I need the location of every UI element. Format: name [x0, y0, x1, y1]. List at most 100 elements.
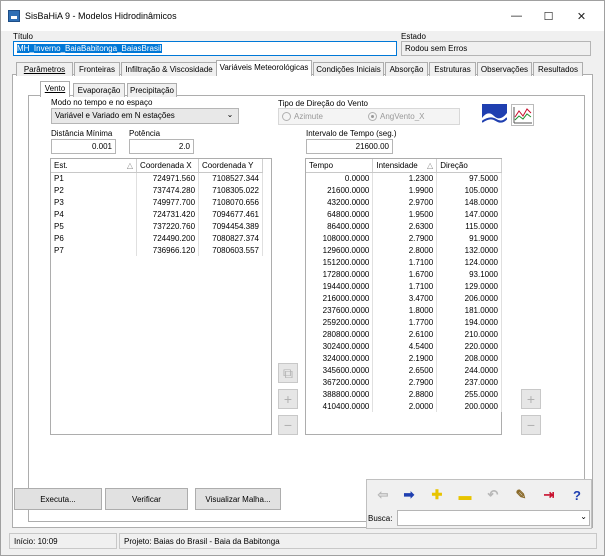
table-row[interactable]: 388800.0000 2.8800 255.0000	[306, 388, 502, 400]
stations-header-y[interactable]: Coordenada Y	[198, 159, 263, 173]
table-cell[interactable]: 724971.560	[136, 172, 200, 184]
plus-icon[interactable]: ✚	[425, 485, 449, 505]
table-cell[interactable]: 2.8800	[372, 388, 438, 400]
table-cell[interactable]: 736966.120	[136, 244, 200, 256]
table-cell[interactable]: 2.6100	[372, 328, 438, 340]
table-row[interactable]: 302400.0000 4.5400 220.0000	[306, 340, 502, 352]
minus-icon[interactable]: ▬	[453, 485, 477, 505]
wind-chart-icon[interactable]	[511, 104, 534, 126]
exit-door-icon[interactable]: ⇥	[537, 485, 561, 505]
table-row[interactable]: 216000.0000 3.4700 206.0000	[306, 292, 502, 304]
add-station-icon[interactable]: +	[278, 389, 298, 409]
series-header-tempo[interactable]: Tempo	[306, 159, 374, 173]
table-row[interactable]: 324000.0000 2.1900 208.0000	[306, 352, 502, 364]
tab-observacoes[interactable]: Observações	[477, 62, 532, 76]
table-cell[interactable]: 244.0000	[436, 364, 502, 376]
series-header-direcao[interactable]: Direção	[436, 159, 502, 173]
table-row[interactable]: 259200.0000 1.7700 194.0000	[306, 316, 502, 328]
edit-pencil-icon[interactable]: ✎	[509, 485, 533, 505]
table-row[interactable]: P6 724490.200 7080827.374	[51, 232, 263, 244]
table-cell[interactable]: 1.7100	[372, 280, 438, 292]
arrow-right-icon[interactable]: ➡	[397, 485, 421, 505]
tab-condicoes-iniciais[interactable]: Condições Iniciais	[313, 62, 384, 76]
table-row[interactable]: 0.0000 1.2300 97.5000	[306, 172, 502, 184]
table-cell[interactable]: 64800.0000	[306, 208, 374, 220]
table-cell[interactable]: 194400.0000	[306, 280, 374, 292]
tab-estruturas[interactable]: Estruturas	[429, 62, 476, 76]
table-row[interactable]: 367200.0000 2.7900 237.0000	[306, 376, 502, 388]
table-cell[interactable]: 2.6300	[372, 220, 438, 232]
help-icon[interactable]: ?	[565, 485, 589, 505]
table-cell[interactable]: 129600.0000	[306, 244, 374, 256]
series-grid[interactable]: Tempo Intensidade △ Direção 0.0000 1.2300 9…	[305, 158, 502, 435]
table-cell[interactable]: 7094677.461	[198, 208, 263, 220]
table-row[interactable]: P1 724971.560 7108527.344	[51, 172, 263, 184]
table-row[interactable]: 410400.0000 2.0000 200.0000	[306, 400, 502, 412]
table-cell[interactable]: 410400.0000	[306, 400, 374, 412]
table-row[interactable]: 64800.0000 1.9500 147.0000	[306, 208, 502, 220]
titulo-input[interactable]: MH_Inverno_BaiaBabitonga_BaiasBrasil	[13, 41, 397, 56]
table-cell[interactable]: 3.4700	[372, 292, 438, 304]
table-row[interactable]: P2 737474.280 7108305.022	[51, 184, 263, 196]
undo-icon[interactable]: ↶	[481, 485, 505, 505]
modo-select[interactable]: Variável e Variado em N estações ⌄	[51, 108, 239, 124]
table-cell[interactable]: 2.0000	[372, 400, 438, 412]
radio-azimute[interactable]	[282, 112, 291, 121]
table-cell[interactable]: 93.1000	[436, 268, 502, 280]
busca-input[interactable]: ⌄	[397, 510, 590, 526]
table-cell[interactable]: 724731.420	[136, 208, 200, 220]
minimize-button[interactable]: —	[499, 1, 534, 31]
copy-icon[interactable]: ⧉	[278, 363, 298, 383]
remove-row-icon[interactable]: −	[521, 415, 541, 435]
table-cell[interactable]: 43200.0000	[306, 196, 374, 208]
table-row[interactable]: 172800.0000 1.6700 93.1000	[306, 268, 502, 280]
verificar-button[interactable]: Verificar	[105, 488, 188, 510]
table-row[interactable]: P3 749977.700 7108070.656	[51, 196, 263, 208]
table-cell[interactable]: 194.0000	[436, 316, 502, 328]
table-cell[interactable]: 220.0000	[436, 340, 502, 352]
table-cell[interactable]: 2.7900	[372, 376, 438, 388]
table-cell[interactable]: 1.6700	[372, 268, 438, 280]
table-row[interactable]: 108000.0000 2.7900 91.9000	[306, 232, 502, 244]
table-cell[interactable]: 280800.0000	[306, 328, 374, 340]
table-cell[interactable]: 2.8000	[372, 244, 438, 256]
table-cell[interactable]: 200.0000	[436, 400, 502, 412]
table-cell[interactable]: 210.0000	[436, 328, 502, 340]
table-cell[interactable]: 7080603.557	[198, 244, 263, 256]
table-row[interactable]: 345600.0000 2.6500 244.0000	[306, 364, 502, 376]
tab-parametros[interactable]: Parâmetros	[16, 62, 73, 76]
maximize-button[interactable]: ☐	[531, 1, 566, 31]
table-row[interactable]: 86400.0000 2.6300 115.0000	[306, 220, 502, 232]
table-cell[interactable]: 7108070.656	[198, 196, 263, 208]
table-cell[interactable]: 737474.280	[136, 184, 200, 196]
table-cell[interactable]: 1.2300	[372, 172, 438, 184]
table-cell[interactable]: 737220.760	[136, 220, 200, 232]
intervalo-input[interactable]: 21600.00	[306, 139, 393, 154]
close-button[interactable]: ✕	[564, 1, 599, 31]
table-cell[interactable]: 148.0000	[436, 196, 502, 208]
subtab-precipitacao[interactable]: Precipitação	[127, 83, 177, 97]
radio-angvento[interactable]	[368, 112, 377, 121]
tab-fronteiras[interactable]: Fronteiras	[74, 62, 120, 76]
table-cell[interactable]: 259200.0000	[306, 316, 374, 328]
table-cell[interactable]: 7108305.022	[198, 184, 263, 196]
table-cell[interactable]: P5	[51, 220, 138, 232]
table-cell[interactable]: 91.9000	[436, 232, 502, 244]
table-row[interactable]: 21600.0000 1.9900 105.0000	[306, 184, 502, 196]
table-row[interactable]: P5 737220.760 7094454.389	[51, 220, 263, 232]
table-cell[interactable]: 237600.0000	[306, 304, 374, 316]
table-cell[interactable]: 206.0000	[436, 292, 502, 304]
remove-station-icon[interactable]: −	[278, 415, 298, 435]
table-cell[interactable]: 129.0000	[436, 280, 502, 292]
series-header-intensidade[interactable]: Intensidade △	[372, 159, 438, 173]
table-cell[interactable]: 181.0000	[436, 304, 502, 316]
add-row-icon[interactable]: +	[521, 389, 541, 409]
stations-header-x[interactable]: Coordenada X	[136, 159, 200, 173]
table-cell[interactable]: 367200.0000	[306, 376, 374, 388]
tab-absorcao[interactable]: Absorção	[385, 62, 428, 76]
potencia-input[interactable]: 2.0	[129, 139, 194, 154]
wind-map-icon[interactable]	[482, 104, 507, 126]
table-row[interactable]: 151200.0000 1.7100 124.0000	[306, 256, 502, 268]
table-cell[interactable]: 1.7100	[372, 256, 438, 268]
table-cell[interactable]: 2.1900	[372, 352, 438, 364]
